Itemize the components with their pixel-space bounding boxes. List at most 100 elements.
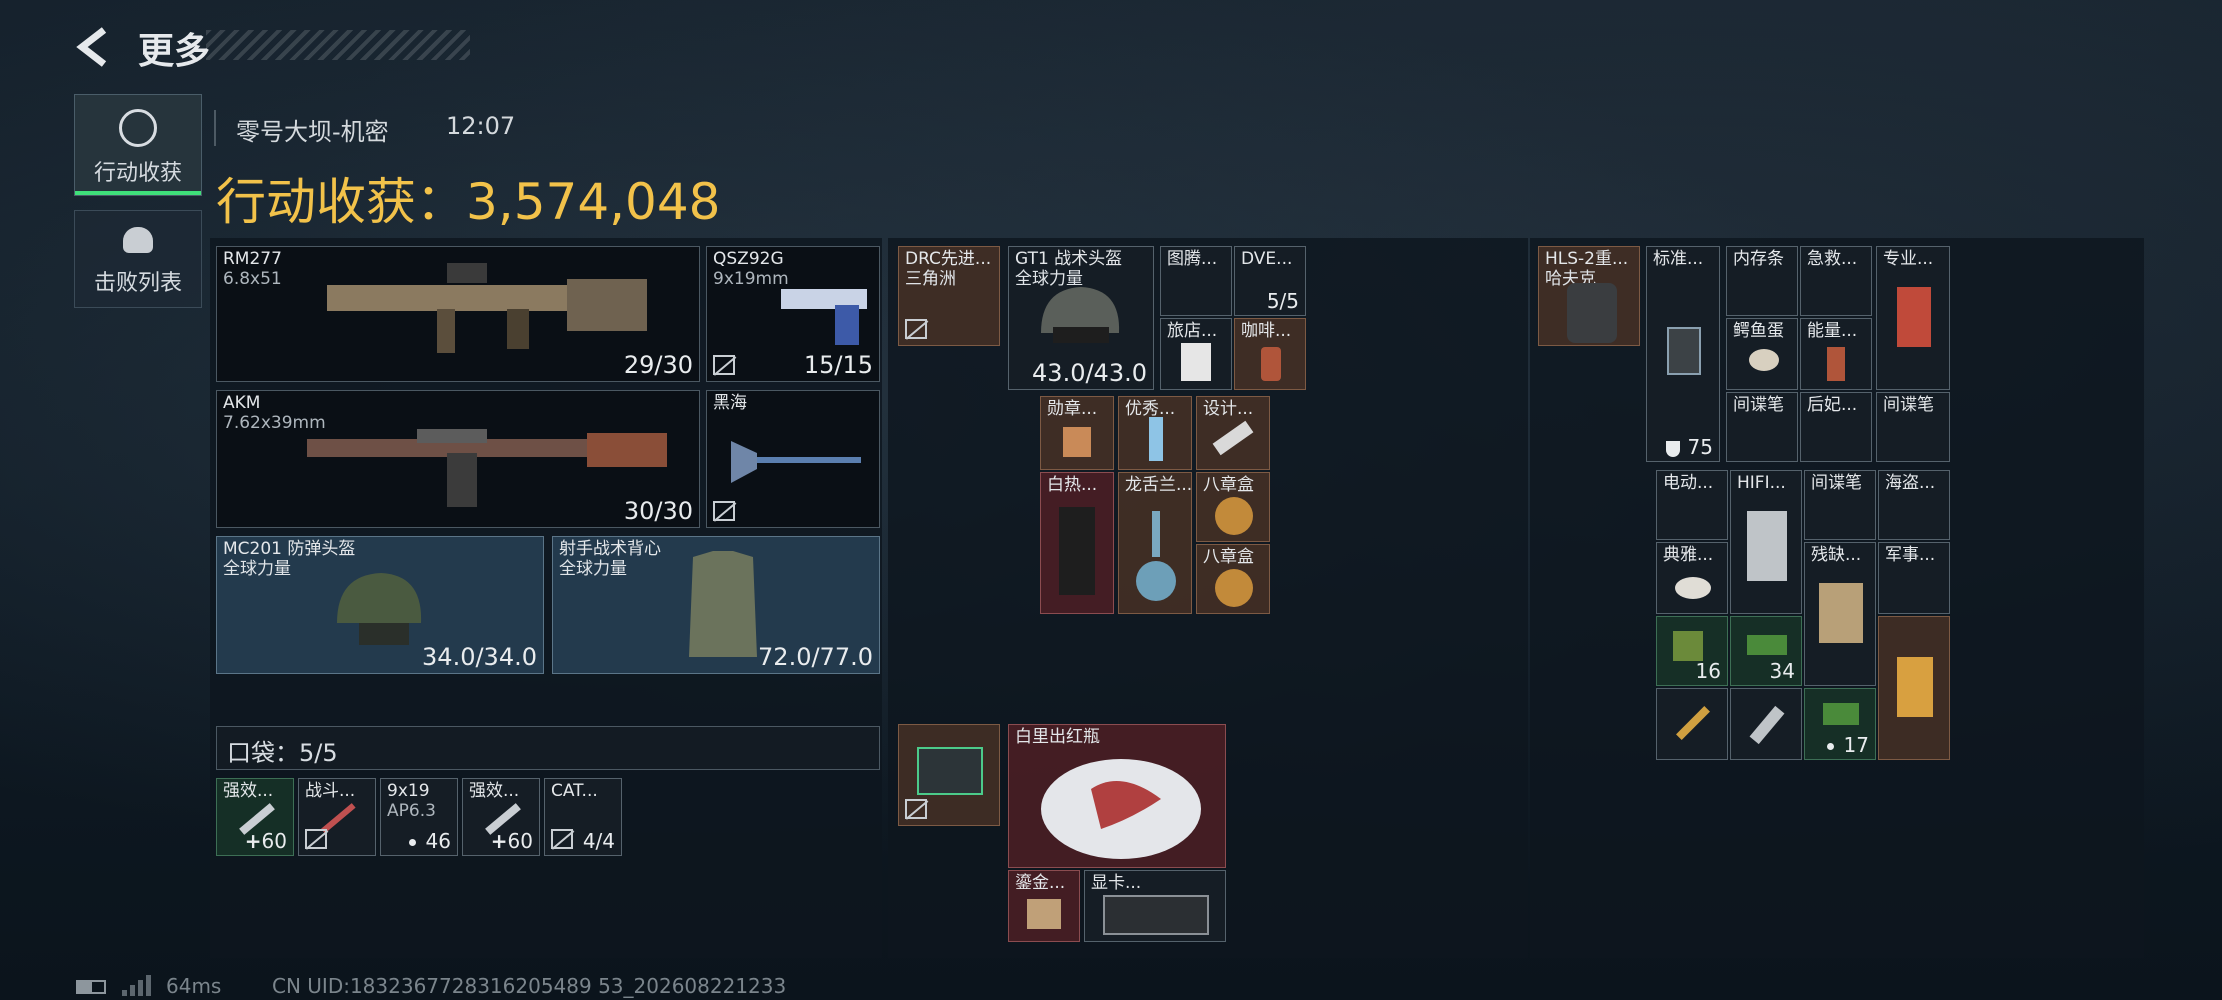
item-slot[interactable]	[1656, 688, 1728, 760]
item-slot[interactable]: 34	[1730, 616, 1802, 686]
item-slot[interactable]: 图腾...	[1160, 246, 1232, 316]
helmet-slot[interactable]: MC201 防弹头盔 全球力量 34.0/34.0	[216, 536, 544, 674]
item-slot[interactable]: 军事...	[1878, 542, 1950, 614]
ammo-count: 30/30	[623, 497, 693, 525]
item-slot[interactable]: HIFI...	[1730, 470, 1802, 614]
item-slot[interactable]: 能量...	[1800, 318, 1872, 390]
item-slot[interactable]: 后妃...	[1800, 392, 1872, 462]
ammo-type: 6.8x51	[223, 269, 282, 289]
rig-slot-gt1[interactable]: GT1 战术头盔 全球力量 43.0/43.0	[1008, 246, 1154, 390]
teacup-icon	[1675, 577, 1711, 599]
item-slot[interactable]: 白热...	[1040, 472, 1114, 614]
tab-action-loot[interactable]: 行动收获	[74, 94, 202, 196]
item-slot[interactable]: 龙舌兰...	[1118, 472, 1192, 614]
item-slot[interactable]: 旅店...	[1160, 318, 1232, 390]
item-slot[interactable]: 16	[1656, 616, 1728, 686]
item-slot[interactable]: 专业...	[1876, 246, 1950, 390]
weapon-name: QSZ92G	[713, 249, 784, 269]
item-slot-vase[interactable]: 白里出红瓶	[1008, 724, 1226, 868]
tab-kill-list[interactable]: 击败列表	[74, 210, 202, 308]
pocket-item[interactable]: 战斗...	[298, 778, 376, 856]
item-slot[interactable]: 八章盒	[1196, 544, 1270, 614]
loot-label: 行动收获：	[216, 173, 466, 231]
pocket-header: 口袋：5/5	[216, 726, 880, 770]
bottle-icon	[1136, 511, 1176, 601]
pocket-item[interactable]: 9x19 AP6.3 46	[380, 778, 458, 856]
ammo-box-icon	[1747, 635, 1787, 655]
gold-plate-icon	[1027, 899, 1061, 929]
item-slot[interactable]: 显卡...	[1084, 870, 1226, 942]
drink-icon	[1827, 347, 1845, 381]
item-slot[interactable]: 间谍笔	[1876, 392, 1950, 462]
item-slot[interactable]: 海盗...	[1878, 470, 1950, 540]
item-slot[interactable]: 鳄鱼蛋	[1726, 318, 1798, 390]
melee-slot[interactable]: 黑海	[706, 390, 880, 528]
item-slot[interactable]: 间谍笔	[1804, 470, 1876, 540]
item-slot[interactable]: 急救...	[1800, 246, 1872, 316]
item-slot[interactable]: 标准... 75	[1646, 246, 1720, 462]
no-insurance-icon	[905, 319, 927, 339]
weapon-name: RM277	[223, 249, 282, 269]
item-slot[interactable]: 设计...	[1196, 396, 1270, 470]
pistol-icon	[781, 289, 867, 345]
item-slot[interactable]: DVE... 5/5	[1234, 246, 1306, 316]
egg-icon	[1749, 349, 1779, 371]
medal-icon	[1063, 427, 1091, 457]
pen-icon	[1676, 706, 1710, 740]
ammo-box-icon	[1673, 631, 1703, 661]
item-slot[interactable]: 八章盒	[1196, 472, 1270, 542]
ammo-box-icon	[1823, 703, 1859, 725]
signal-icon	[122, 974, 156, 996]
item-slot[interactable]: 优秀...	[1118, 396, 1192, 470]
item-slot[interactable]	[1730, 688, 1802, 760]
weapon-slot-rm277[interactable]: RM277 6.8x51 29/30	[216, 246, 700, 382]
skull-icon	[123, 227, 153, 253]
melee-name: 黑海	[713, 393, 747, 413]
weapon-slot-qsz92g[interactable]: QSZ92G 9x19mm 15/15	[706, 246, 880, 382]
item-slot[interactable]: 咖啡...	[1234, 318, 1306, 390]
backpack-icon	[1567, 283, 1617, 343]
vase-icon	[1041, 759, 1201, 859]
item-slot[interactable]: 17	[1804, 688, 1876, 760]
pocket-item[interactable]: CAT... 4/4	[544, 778, 622, 856]
ping: 64ms	[166, 974, 222, 998]
pocket-item[interactable]: 强效... +60	[216, 778, 294, 856]
vest-icon	[689, 551, 757, 657]
vest-slot[interactable]: 射手战术背心 全球力量 72.0/77.0	[552, 536, 880, 674]
item-slot[interactable]: 间谍笔	[1726, 392, 1798, 462]
ammo-count: 15/15	[803, 351, 873, 379]
item-slot[interactable]: 内存条	[1726, 246, 1798, 316]
rig-slot-drc[interactable]: DRC先进... 三角洲	[898, 246, 1000, 346]
device-icon	[1747, 511, 1787, 581]
item-slot[interactable]	[898, 724, 1000, 826]
backpack-slot-hls[interactable]: HLS-2重... 哈夫克	[1538, 246, 1640, 346]
map-name: 零号大坝-机密	[236, 118, 389, 146]
box-icon	[1215, 497, 1253, 535]
helmet-faction: 全球力量	[223, 559, 291, 579]
item-slot[interactable]: 残缺...	[1804, 542, 1876, 686]
item-slot[interactable]: 典雅...	[1656, 542, 1728, 614]
loot-total: 行动收获：3,574,048	[216, 162, 720, 234]
axe-icon	[731, 441, 861, 483]
item-slot[interactable]: 鎏金...	[1008, 870, 1080, 942]
document-icon	[1181, 343, 1211, 381]
scroll-icon	[1819, 583, 1863, 643]
no-insurance-icon	[551, 829, 573, 849]
pocket-item[interactable]: 强效... +60	[462, 778, 540, 856]
loot-circle-icon	[119, 109, 157, 147]
coffee-bag-icon	[1897, 657, 1933, 717]
back-arrow-icon[interactable]	[74, 24, 114, 70]
battery-icon	[76, 980, 106, 994]
tab-label: 行动收获	[93, 161, 182, 186]
rifle-icon	[307, 429, 667, 507]
item-slot[interactable]: 勋章...	[1040, 396, 1114, 470]
item-slot[interactable]: 电动...	[1656, 470, 1728, 540]
vest-faction: 全球力量	[559, 559, 627, 579]
helmet-icon	[337, 573, 422, 645]
tab-label: 击败列表	[93, 271, 182, 296]
weapon-slot-akm[interactable]: AKM 7.62x39mm 30/30	[216, 390, 700, 528]
box-icon	[1215, 569, 1253, 607]
helmet-name: MC201 防弹头盔	[223, 539, 356, 559]
user-uid: CN UID:1832367728316205489 53_2026082212…	[272, 974, 787, 998]
item-slot[interactable]	[1878, 616, 1950, 760]
